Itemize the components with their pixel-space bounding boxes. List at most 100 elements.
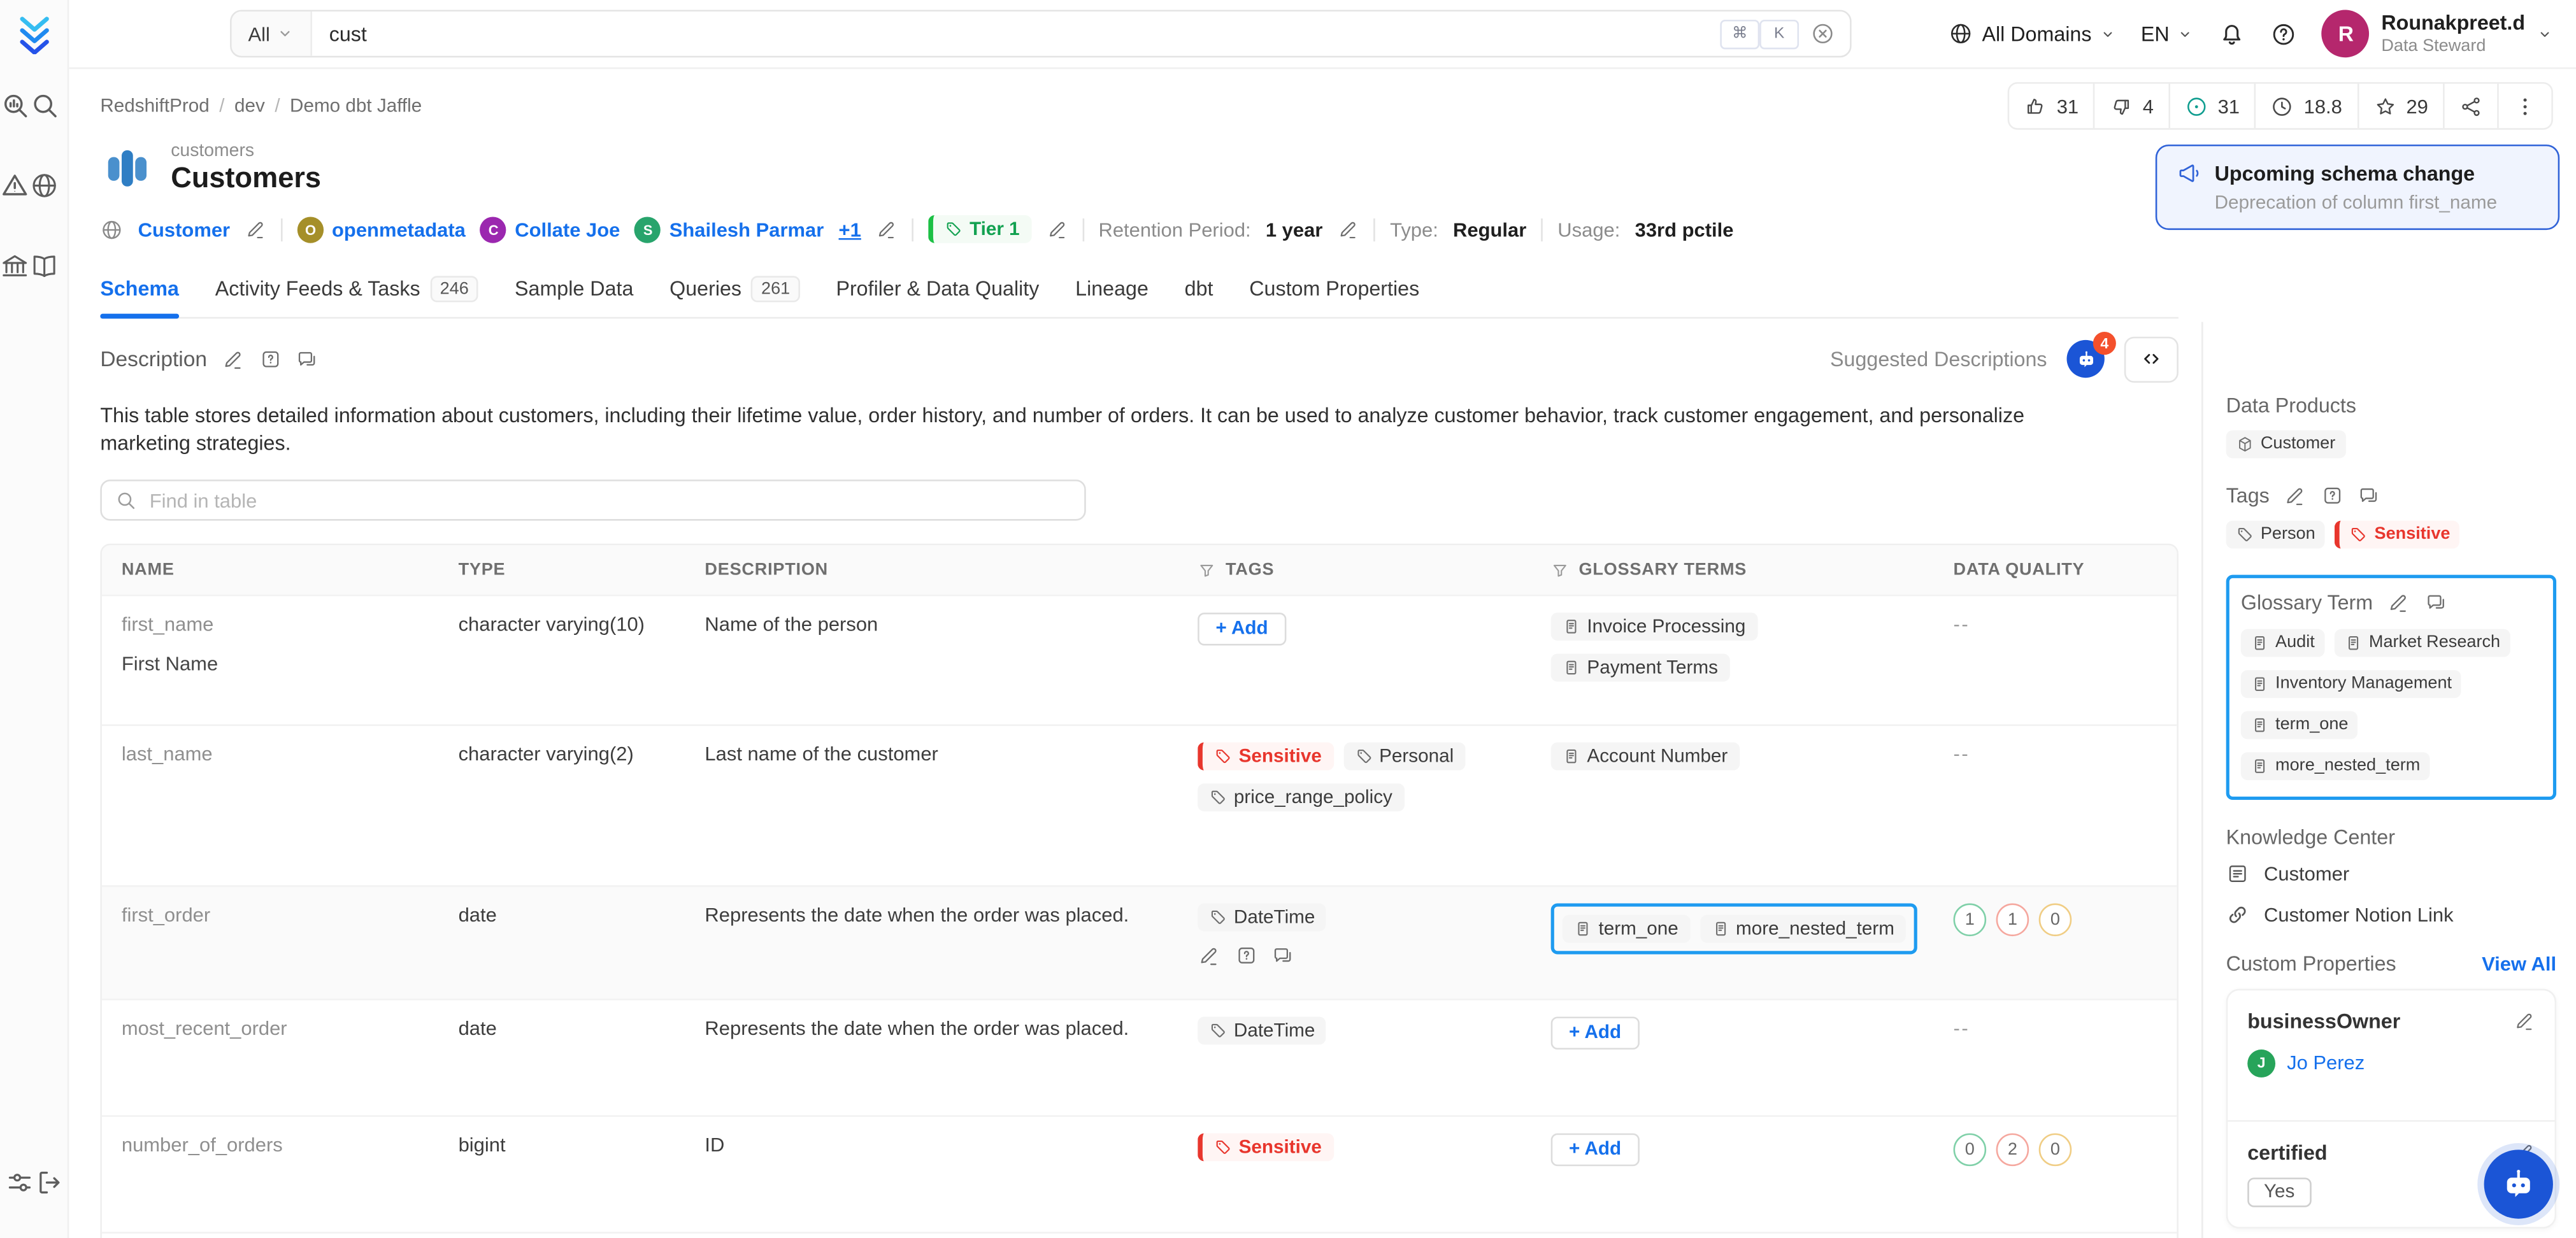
edit-owners-icon[interactable]: [876, 219, 898, 241]
sidebar-quality-alert-icon[interactable]: [0, 171, 29, 200]
find-in-table-input[interactable]: [146, 487, 1071, 515]
tags-conversation-icon[interactable]: [2358, 485, 2380, 507]
knowledge-center-item[interactable]: Customer: [2226, 862, 2556, 885]
owner-item[interactable]: C Collate Joe: [480, 217, 620, 243]
glossary-term-chip[interactable]: more_nested_term: [1699, 915, 1907, 944]
glossary-term-chip[interactable]: Payment Terms: [1550, 654, 1729, 683]
user-menu[interactable]: R Rounakpreet.d Data Steward: [2322, 10, 2553, 58]
tab-activity-feeds-tasks[interactable]: Activity Feeds & Tasks 246: [215, 263, 479, 317]
language-dropdown[interactable]: EN: [2141, 22, 2194, 45]
tab-queries[interactable]: Queries 261: [669, 263, 800, 317]
tag-chip[interactable]: price_range_policy: [1198, 784, 1404, 813]
share-button[interactable]: [2443, 83, 2497, 129]
breadcrumb-item[interactable]: dev: [234, 96, 265, 116]
more-button[interactable]: [2497, 83, 2551, 129]
dq-failed-badge[interactable]: 2: [1996, 1134, 2029, 1167]
announcement-banner[interactable]: Upcoming schema change Deprecation of co…: [2155, 144, 2560, 231]
glossary-term-chip[interactable]: more_nested_term: [2240, 752, 2430, 780]
request-tags-icon[interactable]: [2321, 485, 2343, 507]
breadcrumb-item[interactable]: RedshiftProd: [100, 96, 209, 116]
code-view-button[interactable]: [2124, 336, 2179, 383]
tab-custom-properties[interactable]: Custom Properties: [1249, 263, 1419, 317]
glossary-term-chip[interactable]: term_one: [1562, 915, 1690, 944]
filter-icon[interactable]: [1198, 562, 1215, 580]
clear-search-icon[interactable]: [1810, 22, 1835, 46]
glossary-term-chip[interactable]: term_one: [2240, 711, 2358, 739]
knowledge-center-item[interactable]: Customer Notion Link: [2226, 903, 2556, 927]
chat-bot-button[interactable]: [2484, 1149, 2553, 1219]
column-name[interactable]: first_order: [122, 904, 210, 927]
owner-item[interactable]: Oopenmetadata: [297, 217, 466, 243]
tab-lineage[interactable]: Lineage: [1075, 263, 1148, 317]
notifications-bell-icon[interactable]: [2219, 20, 2247, 48]
edit-property-icon[interactable]: [2514, 1011, 2535, 1032]
tags-conversation-icon[interactable]: [1271, 945, 1294, 967]
sidebar-governance-bank-icon[interactable]: [0, 252, 29, 281]
glossary-conversation-icon[interactable]: [2424, 592, 2447, 614]
search-input[interactable]: [312, 22, 1721, 45]
help-icon[interactable]: [2272, 20, 2298, 46]
stars-button[interactable]: 29: [2357, 83, 2443, 129]
tab-schema[interactable]: Schema: [100, 263, 179, 319]
tab-dbt[interactable]: dbt: [1185, 263, 1213, 317]
tag-chip[interactable]: DateTime: [1198, 904, 1327, 932]
watch-button[interactable]: 31: [2168, 83, 2254, 129]
sensitive-tag-chip[interactable]: Sensitive: [2335, 520, 2460, 549]
add-button[interactable]: + Add: [1198, 613, 1287, 646]
downvote-button[interactable]: 4: [2093, 83, 2168, 129]
sensitive-tag-chip[interactable]: Sensitive: [1198, 743, 1333, 771]
glossary-term-chip[interactable]: Audit: [2240, 629, 2325, 657]
glossary-term-chip[interactable]: Inventory Management: [2240, 670, 2462, 699]
edit-tags-icon[interactable]: [1198, 945, 1220, 967]
column-name[interactable]: last_name: [122, 743, 213, 766]
column-name[interactable]: most_recent_order: [122, 1018, 287, 1041]
collate-logo-icon[interactable]: [14, 15, 54, 54]
filter-icon[interactable]: [1551, 562, 1569, 580]
dq-aborted-badge[interactable]: 0: [2038, 1134, 2072, 1167]
owner-item[interactable]: S Shailesh Parmar: [634, 217, 824, 243]
sidebar-domains-globe-icon[interactable]: [29, 171, 59, 200]
tier-chip[interactable]: Tier 1: [928, 216, 1031, 244]
tab-profiler-data-quality[interactable]: Profiler & Data Quality: [836, 263, 1039, 317]
data-product-chip[interactable]: Customer: [2226, 430, 2345, 459]
sidebar-glossary-book-icon[interactable]: [29, 252, 59, 281]
tab-sample-data[interactable]: Sample Data: [515, 263, 633, 317]
glossary-term-chip[interactable]: Invoice Processing: [1550, 613, 1757, 642]
add-button[interactable]: + Add: [1550, 1134, 1640, 1167]
search-scope-dropdown[interactable]: All: [231, 11, 313, 56]
tag-chip[interactable]: Person: [2226, 520, 2326, 549]
tag-chip[interactable]: Personal: [1343, 743, 1466, 771]
edit-tags-icon[interactable]: [2284, 485, 2307, 507]
more-owners-link[interactable]: +1: [839, 218, 861, 241]
glossary-term-chip[interactable]: Market Research: [2334, 629, 2510, 657]
request-description-icon[interactable]: [259, 348, 281, 371]
suggestions-bot-button[interactable]: 4: [2066, 332, 2116, 379]
version-button[interactable]: 18.8: [2254, 83, 2357, 129]
dq-failed-badge[interactable]: 1: [1996, 904, 2029, 937]
property-user-link[interactable]: Jo Perez: [2287, 1052, 2365, 1075]
sidebar-settings-sliders-icon[interactable]: [4, 1168, 33, 1197]
entity-domain-link[interactable]: Customer: [138, 218, 230, 241]
view-all-link[interactable]: View All: [2482, 953, 2556, 976]
find-in-table[interactable]: [100, 480, 1086, 522]
upvote-button[interactable]: 31: [2009, 84, 2093, 129]
edit-description-icon[interactable]: [222, 348, 244, 371]
edit-glossary-icon[interactable]: [2387, 592, 2410, 614]
edit-retention-icon[interactable]: [1338, 219, 1359, 241]
sidebar-discovery-search-icon[interactable]: [29, 90, 59, 120]
breadcrumb-item[interactable]: Demo dbt Jaffle: [290, 96, 422, 116]
dq-aborted-badge[interactable]: 0: [2038, 904, 2072, 937]
global-search[interactable]: All ⌘ K: [230, 10, 1852, 58]
tag-chip[interactable]: DateTime: [1198, 1017, 1327, 1046]
domains-dropdown[interactable]: All Domains: [1949, 22, 2116, 46]
dq-passed-badge[interactable]: 1: [1953, 904, 1987, 937]
column-name[interactable]: first_name: [122, 613, 214, 636]
sidebar-logout-icon[interactable]: [34, 1168, 63, 1197]
column-name[interactable]: number_of_orders: [122, 1134, 283, 1157]
sensitive-tag-chip[interactable]: Sensitive: [1198, 1134, 1333, 1162]
edit-domain-icon[interactable]: [245, 219, 266, 241]
glossary-term-chip[interactable]: Account Number: [1550, 743, 1740, 771]
sidebar-explore-search-icon[interactable]: [0, 90, 29, 120]
add-button[interactable]: + Add: [1550, 1017, 1640, 1051]
edit-tier-icon[interactable]: [1046, 219, 1068, 241]
